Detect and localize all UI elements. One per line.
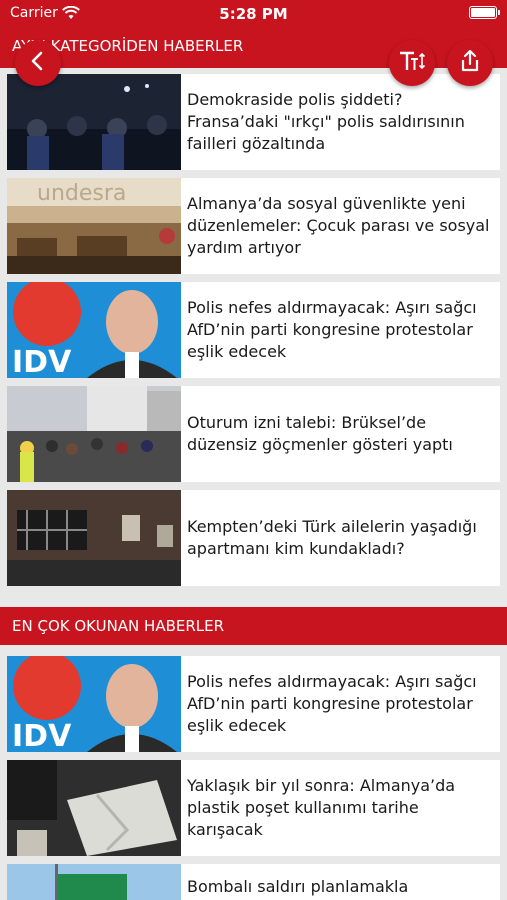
article-card[interactable]: Yaklaşık bir yıl sonra: Almanya’da plast… bbox=[7, 760, 500, 856]
article-thumbnail: IDV bbox=[7, 656, 181, 752]
back-arrow-icon bbox=[27, 50, 49, 76]
svg-text:IDV: IDV bbox=[12, 719, 72, 752]
article-thumbnail bbox=[7, 760, 181, 856]
article-title: Yaklaşık bir yıl sonra: Almanya’da plast… bbox=[187, 776, 456, 839]
article-card[interactable]: IDV Polis nefes aldırmayacak: Aşırı sağc… bbox=[7, 656, 500, 752]
article-thumbnail bbox=[7, 864, 181, 900]
article-title: Demokraside polis şiddeti? Fransa’daki "… bbox=[187, 90, 465, 153]
section-header-most-read: EN ÇOK OKUNAN HABERLER bbox=[0, 607, 507, 645]
battery-icon bbox=[469, 6, 500, 19]
article-title: Bombalı saldırı planlamakla bbox=[187, 877, 409, 896]
status-bar: Carrier 5:28 PM bbox=[0, 0, 507, 28]
article-title: Polis nefes aldırmayacak: Aşırı sağcı Af… bbox=[187, 298, 477, 361]
article-card[interactable]: undesra Almanya’da sosyal güvenlikte yen… bbox=[7, 178, 500, 274]
article-title: Oturum izni talebi: Brüksel’de düzensiz … bbox=[187, 413, 453, 454]
article-card[interactable]: IDV Polis nefes aldırmayacak: Aşırı sağc… bbox=[7, 282, 500, 378]
article-thumbnail: undesra bbox=[7, 178, 181, 274]
article-card[interactable]: Oturum izni talebi: Brüksel’de düzensiz … bbox=[7, 386, 500, 482]
share-icon bbox=[459, 49, 481, 77]
article-title: Kempten’deki Türk ailelerin yaşadığı apa… bbox=[187, 517, 477, 558]
svg-text:undesra: undesra bbox=[37, 181, 126, 206]
article-thumbnail bbox=[7, 386, 181, 482]
article-title: Almanya’da sosyal güvenlikte yeni düzenl… bbox=[187, 194, 490, 257]
svg-text:IDV: IDV bbox=[12, 345, 72, 378]
article-thumbnail bbox=[7, 74, 181, 170]
article-card[interactable]: Kempten’deki Türk ailelerin yaşadığı apa… bbox=[7, 490, 500, 586]
article-card[interactable]: Demokraside polis şiddeti? Fransa’daki "… bbox=[7, 74, 500, 170]
share-button[interactable] bbox=[447, 40, 493, 86]
article-thumbnail: IDV bbox=[7, 282, 181, 378]
text-size-icon bbox=[398, 49, 426, 77]
article-thumbnail bbox=[7, 490, 181, 586]
text-size-button[interactable] bbox=[389, 40, 435, 86]
article-title: Polis nefes aldırmayacak: Aşırı sağcı Af… bbox=[187, 672, 477, 735]
back-button[interactable] bbox=[15, 40, 61, 86]
article-card[interactable]: Bombalı saldırı planlamakla bbox=[7, 864, 500, 900]
clock: 5:28 PM bbox=[219, 5, 288, 23]
